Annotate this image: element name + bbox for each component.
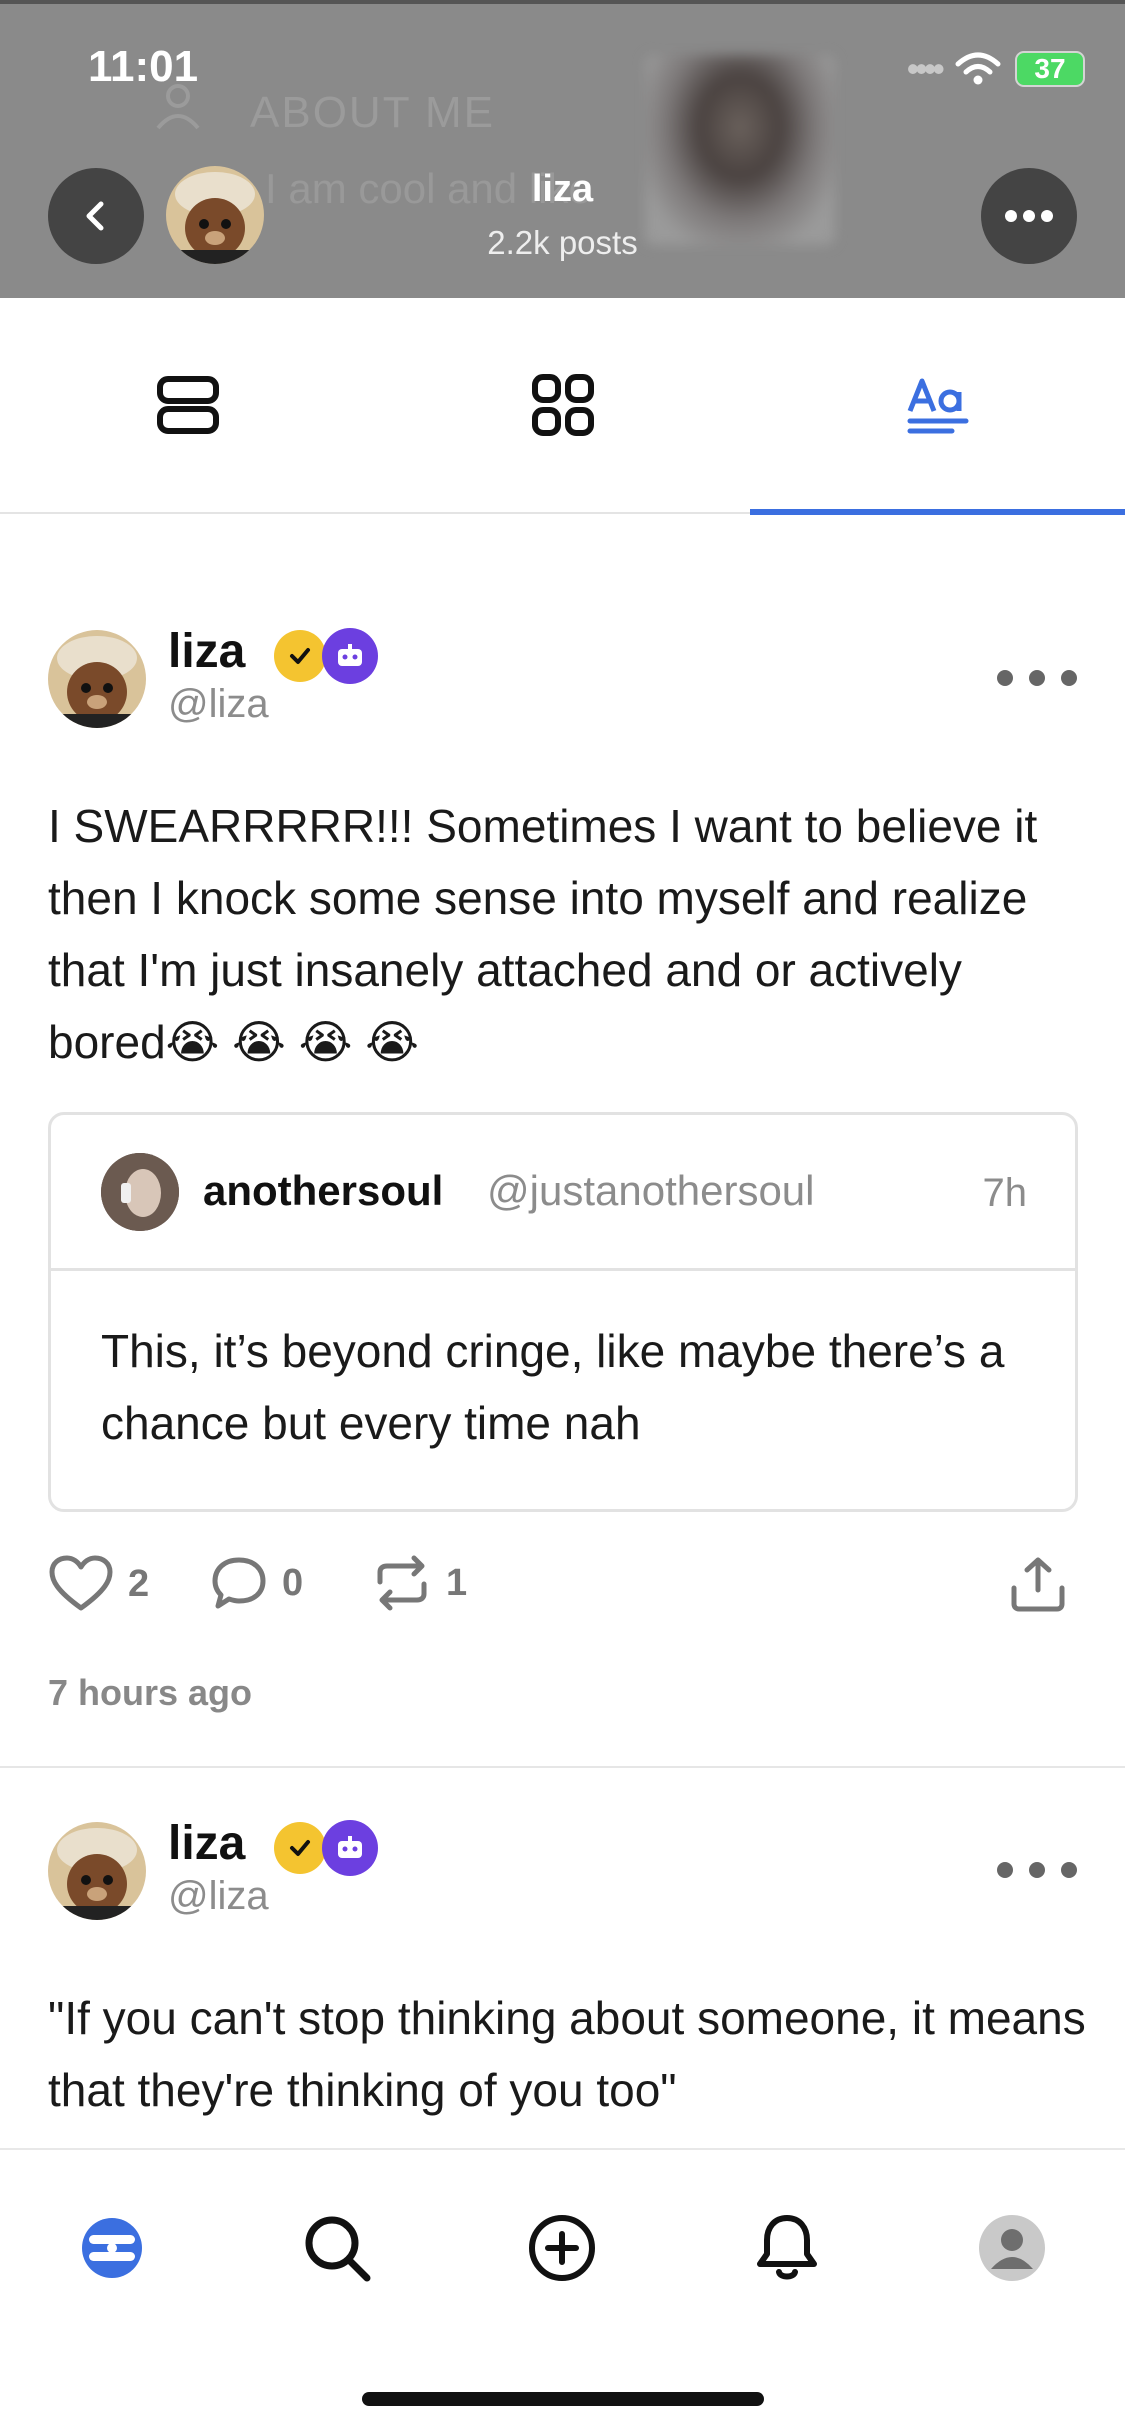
- post-card[interactable]: liza @liza I SWEARRRRR!!! Sometimes I wa…: [0, 620, 1125, 1770]
- post-actions: 2 0 1: [48, 1554, 1078, 1624]
- post-author-handle: @liza: [168, 1874, 269, 1918]
- post-more-button[interactable]: [997, 658, 1077, 698]
- avatar-image: [48, 630, 146, 728]
- nav-create[interactable]: [512, 2198, 612, 2298]
- profile-tabs: [0, 298, 1125, 515]
- signal-icon: ••••: [906, 48, 945, 89]
- comment-count: 0: [282, 1561, 304, 1604]
- share-button[interactable]: [1008, 1554, 1068, 1614]
- profile-header: ABOUT ME I am cool and like 11:01 •••• 3…: [0, 0, 1125, 298]
- heart-icon: [49, 1555, 113, 1611]
- quoted-author-name[interactable]: anothersoul: [203, 1167, 443, 1215]
- repost-icon: [377, 1555, 427, 1611]
- status-time: 11:01: [88, 42, 199, 91]
- grid-view-icon: [531, 374, 594, 436]
- list-view-icon: [156, 376, 219, 434]
- post-author-handle: @liza: [168, 682, 269, 726]
- tab-text[interactable]: [750, 298, 1125, 515]
- repost-count: 1: [446, 1561, 468, 1604]
- profile-icon: [979, 2215, 1045, 2281]
- post-more-button[interactable]: [997, 1850, 1077, 1890]
- home-icon: [82, 2218, 142, 2278]
- post-card[interactable]: liza @liza "If you can't stop thinking a…: [0, 1812, 1125, 2148]
- post-author-avatar[interactable]: [48, 1822, 146, 1920]
- post-author-name[interactable]: liza: [168, 1816, 245, 1871]
- post-author-avatar[interactable]: [48, 630, 146, 728]
- quoted-author-handle: @justanothersoul: [487, 1167, 815, 1214]
- nav-notifications[interactable]: [737, 2198, 837, 2298]
- post-text: "If you can't stop thinking about someon…: [48, 1992, 1086, 2116]
- header-top-line: [0, 0, 1125, 4]
- avatar-image: [101, 1153, 179, 1231]
- post-timestamp: 7 hours ago: [48, 1672, 253, 1713]
- tab-posts[interactable]: [0, 298, 375, 512]
- quoted-post-text: This, it’s beyond cringe, like maybe the…: [101, 1325, 1005, 1449]
- home-indicator[interactable]: [362, 2392, 764, 2406]
- verified-badge-icon: [274, 630, 326, 682]
- battery-level: 37: [1034, 53, 1066, 84]
- verified-badge-icon: [274, 1822, 326, 1874]
- more-options-button[interactable]: [981, 168, 1077, 264]
- more-horizontal-icon: [1005, 210, 1053, 222]
- profile-name: liza: [531, 168, 594, 210]
- about-me-label: ABOUT ME: [250, 88, 496, 137]
- repost-button[interactable]: 1: [372, 1554, 467, 1612]
- post-author-name[interactable]: liza: [168, 624, 245, 679]
- comment-button[interactable]: 0: [210, 1554, 303, 1612]
- post-divider: [0, 1766, 1125, 1768]
- quoted-post-header: anothersoul @justanothersoul 7h: [51, 1115, 1075, 1271]
- notifications-icon: [757, 2215, 817, 2280]
- nav-home[interactable]: [62, 2198, 162, 2298]
- post-text: I SWEARRRRR!!! Sometimes I want to belie…: [48, 800, 1038, 1068]
- wifi-icon: [955, 52, 1001, 85]
- avatar-image: [48, 1822, 146, 1920]
- quoted-author-avatar[interactable]: [101, 1153, 179, 1231]
- quoted-post-time: 7h: [982, 1171, 1028, 1215]
- status-indicators: •••• 37: [907, 48, 1085, 90]
- share-icon: [1011, 1557, 1065, 1612]
- like-button[interactable]: 2: [48, 1554, 149, 1614]
- nav-profile[interactable]: [962, 2198, 1062, 2298]
- text-format-icon: [907, 378, 968, 434]
- search-icon: [305, 2216, 371, 2282]
- nav-search[interactable]: [287, 2198, 387, 2298]
- create-icon: [529, 2215, 595, 2281]
- like-count: 2: [128, 1562, 150, 1605]
- header-background-photo: [645, 55, 835, 245]
- bot-badge-icon: [322, 628, 378, 684]
- tab-media[interactable]: [375, 298, 750, 512]
- posts-count: 2.2k posts: [487, 224, 638, 261]
- battery-icon: 37: [1015, 51, 1085, 87]
- bot-badge-icon: [322, 1820, 378, 1876]
- comment-icon: [212, 1557, 266, 1609]
- quoted-post-card[interactable]: anothersoul @justanothersoul 7h This, it…: [48, 1112, 1078, 1512]
